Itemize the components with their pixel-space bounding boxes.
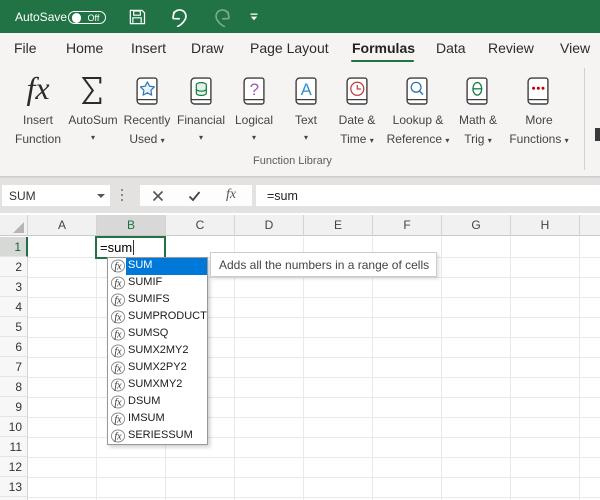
svg-text:fx: fx — [114, 330, 122, 341]
svg-text:fx: fx — [114, 432, 122, 443]
svg-text:A: A — [301, 81, 312, 99]
svg-text:fx: fx — [114, 279, 122, 290]
svg-text:fx: fx — [114, 381, 122, 392]
svg-text:fx: fx — [114, 262, 122, 273]
svg-text:fx: fx — [114, 313, 122, 324]
svg-text:fx: fx — [114, 415, 122, 426]
svg-text:?: ? — [250, 80, 259, 99]
svg-text:fx: fx — [114, 296, 122, 307]
svg-text:fx: fx — [114, 347, 122, 358]
svg-text:fx: fx — [114, 364, 122, 375]
svg-text:fx: fx — [114, 398, 122, 409]
